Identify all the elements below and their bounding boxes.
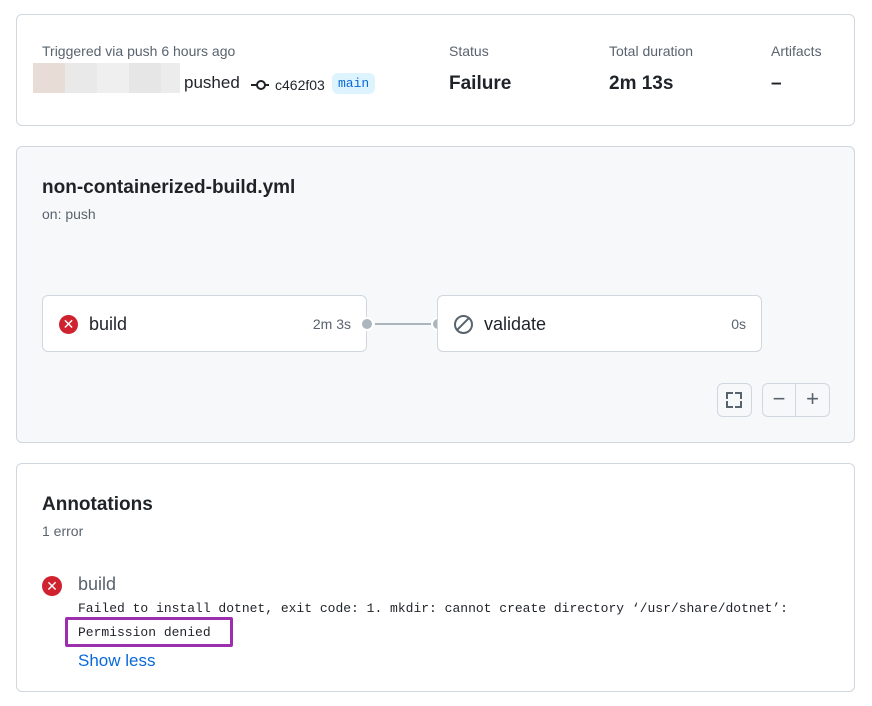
job-build[interactable]: ✕ build 2m 3s [42,295,367,352]
annotation-message-line1: Failed to install dotnet, exit code: 1. … [78,601,788,616]
job-validate[interactable]: validate 0s [437,295,762,352]
annotation-job-name[interactable]: build [78,574,116,595]
job-output-port [360,317,374,331]
job-connector [375,323,435,325]
status-label: Status [449,43,489,59]
commit-sha[interactable]: c462f03 [275,77,325,93]
workflow-file-name: non-containerized-build.yml [42,177,296,198]
fullscreen-button[interactable] [717,383,752,417]
workflow-graph-card: non-containerized-build.yml on: push ✕ b… [16,146,855,443]
push-action-text: pushed [184,73,240,92]
job-duration: 0s [731,316,746,332]
x-circle-fill-icon: ✕ [59,315,78,334]
artifacts-value: – [771,73,782,94]
status-value: Failure [449,73,512,94]
highlight-box [65,617,233,647]
job-name: build [89,314,128,334]
job-name: validate [484,314,547,334]
commit-link[interactable]: c462f03 [251,77,325,93]
zoom-in-button[interactable]: + [795,383,830,417]
x-circle-fill-icon: ✕ [42,576,62,596]
show-less-link[interactable]: Show less [78,651,155,671]
artifacts-label: Artifacts [771,43,822,59]
branch-badge[interactable]: main [332,73,376,94]
trigger-text: Triggered via push 6 hours ago [42,43,236,59]
zoom-out-button[interactable]: − [762,383,796,417]
job-duration: 2m 3s [312,316,351,332]
run-summary-card: Triggered via push 6 hours ago pushed c4… [16,14,855,126]
annotations-card: Annotations 1 error ✕ build Failed to in… [16,463,855,692]
skip-icon [454,315,473,334]
annotations-title: Annotations [42,494,153,515]
annotations-count: 1 error [42,523,84,539]
avatar[interactable] [33,63,180,101]
fullscreen-icon [726,392,742,408]
workflow-trigger: on: push [42,206,96,222]
duration-value: 2m 13s [609,73,674,94]
duration-label: Total duration [609,43,694,59]
git-commit-icon [251,80,269,90]
